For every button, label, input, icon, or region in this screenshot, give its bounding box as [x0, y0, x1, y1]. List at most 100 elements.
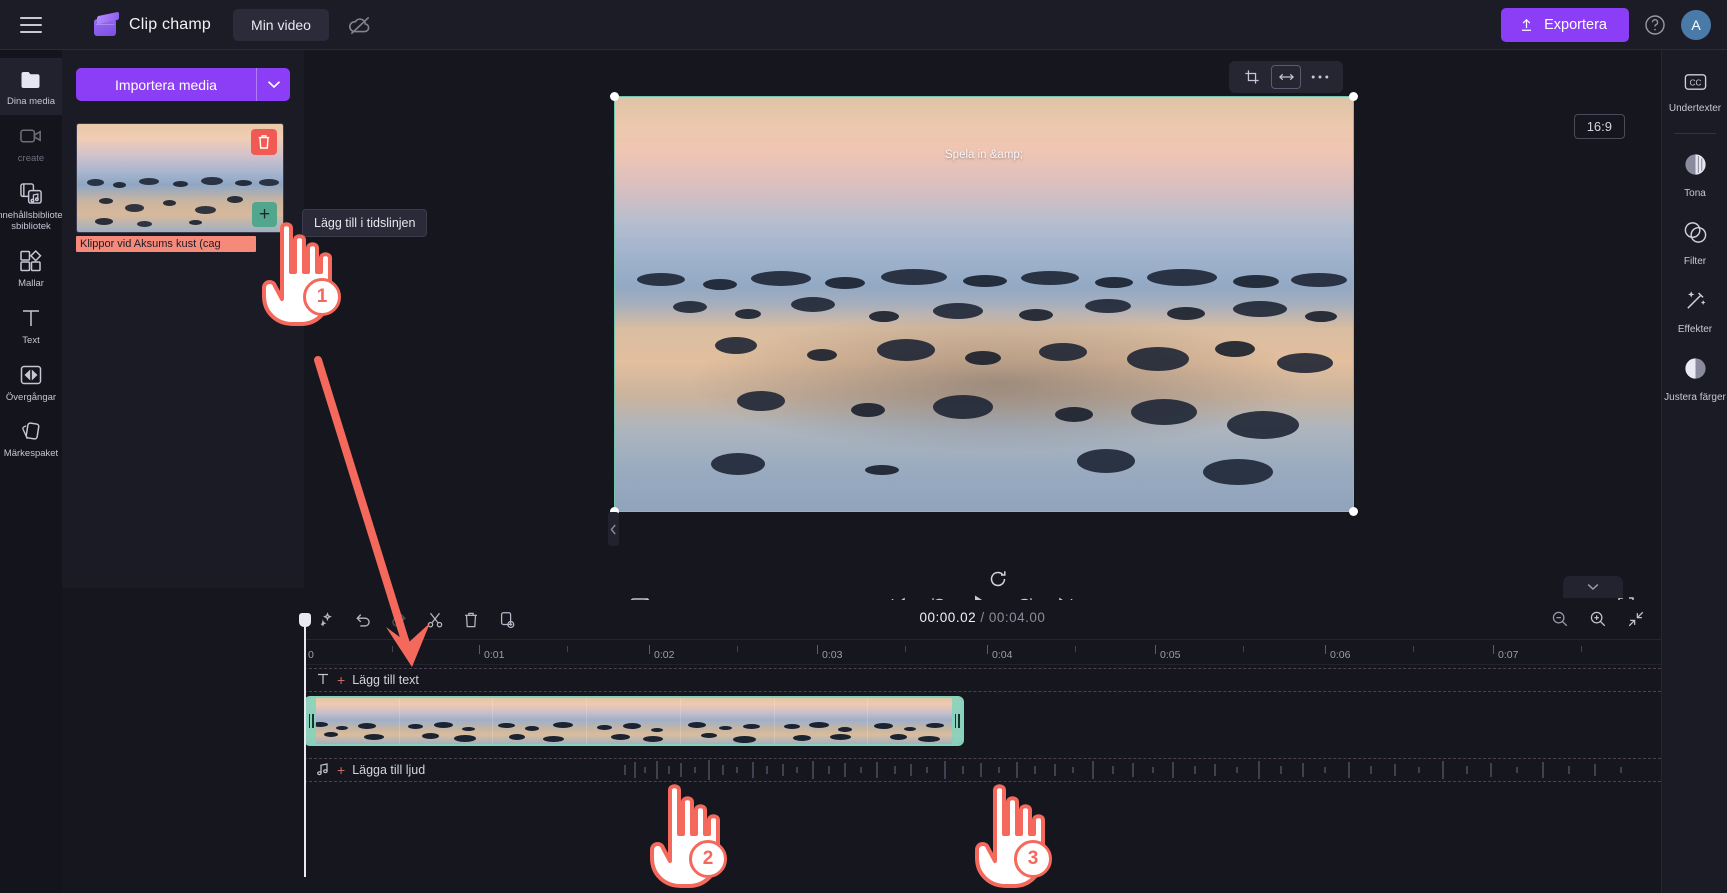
- sidebar-label: Dina media: [6, 96, 56, 107]
- templates-icon: [19, 249, 44, 274]
- timeline-toolbar: 00:00.02 / 00:04.00: [304, 600, 1661, 639]
- right-item-label: Undertexter: [1668, 103, 1722, 114]
- cloud-off-icon[interactable]: [347, 12, 373, 38]
- clip-frame: [493, 698, 588, 744]
- sidebar-label: Övergångar: [5, 391, 57, 403]
- zoom-in-icon[interactable]: [1589, 610, 1607, 628]
- zoom-out-icon[interactable]: [1551, 610, 1569, 628]
- video-clip[interactable]: [304, 696, 964, 746]
- crop-icon[interactable]: [1237, 65, 1267, 89]
- track-add-text[interactable]: + Lägg till text: [304, 668, 1661, 692]
- brand: Clip champ: [94, 11, 212, 37]
- trim-right-handle[interactable]: [952, 698, 962, 744]
- export-label: Exportera: [1544, 16, 1607, 33]
- project-name-button[interactable]: Min video: [233, 8, 329, 41]
- timeline-zoom-controls: [1551, 610, 1645, 628]
- tooltip-add-to-timeline: Lägg till i tidslinjen: [302, 209, 428, 237]
- rotate-icon[interactable]: [985, 566, 1011, 592]
- aspect-ratio-button[interactable]: 16:9: [1573, 114, 1625, 139]
- current-time: 00:00.02: [919, 610, 977, 625]
- right-item-justera-farger[interactable]: Justera färger: [1662, 346, 1727, 414]
- top-bar-right: Exportera A: [1501, 7, 1727, 42]
- resize-handle-tr[interactable]: [1349, 92, 1358, 101]
- clipchamp-editor: Clip champ Min video Exportera A Dina me…: [0, 0, 1727, 893]
- right-item-undertexter[interactable]: CC Undertexter: [1662, 62, 1727, 125]
- right-item-label: Tona: [1684, 188, 1706, 199]
- upload-icon: [1522, 18, 1532, 31]
- adjust-colors-icon: [1683, 356, 1708, 386]
- collapse-left-panel-button[interactable]: [608, 512, 619, 546]
- music-note-icon: [316, 762, 330, 779]
- top-bar: Clip champ Min video Exportera A: [0, 0, 1727, 50]
- brand-name: Clip champ: [129, 15, 212, 33]
- effects-wand-icon: [1683, 288, 1708, 318]
- avatar[interactable]: A: [1681, 9, 1711, 40]
- step-badge-2: 2: [689, 840, 727, 878]
- right-item-label: Filter: [1683, 256, 1707, 267]
- sidebar-item-innehallsbibliotek[interactable]: Innehållsbibliotek sbibliotek: [0, 172, 67, 240]
- trim-left-handle[interactable]: [306, 698, 316, 744]
- sidebar-item-mallar[interactable]: Mallar: [0, 240, 62, 297]
- video-preview[interactable]: Spela in &amp;: [610, 92, 1358, 516]
- sidebar-item-markespaket[interactable]: Märkespaket: [0, 410, 62, 467]
- help-circle-icon[interactable]: [1643, 13, 1667, 37]
- ruler-label: 0:05: [1160, 649, 1181, 661]
- import-media-button[interactable]: Importera media: [76, 68, 256, 101]
- hamburger-icon[interactable]: [20, 16, 42, 33]
- sidebar-item-overgangar[interactable]: Övergångar: [0, 354, 62, 411]
- add-to-timeline-button[interactable]: +: [252, 202, 277, 227]
- timeline-collapse-button[interactable]: [1563, 576, 1623, 598]
- right-item-effekter[interactable]: Effekter: [1662, 278, 1727, 346]
- ruler-label: 0:04: [992, 649, 1013, 661]
- sidebar-label: Mallar: [18, 277, 44, 289]
- step-badge-1: 1: [303, 278, 341, 316]
- sidebar-label: Innehållsbibliotek sbibliotek: [0, 209, 68, 232]
- sidebar-label: Märkespaket: [3, 448, 59, 460]
- preview-float-toolbar: [1229, 61, 1343, 93]
- export-button[interactable]: Exportera: [1501, 7, 1629, 42]
- folder-icon: [19, 67, 44, 92]
- ruler-label: 0:01: [484, 649, 505, 661]
- more-horizontal-icon[interactable]: [1305, 65, 1335, 89]
- content-library-icon: [19, 181, 44, 206]
- sidebar-label: create: [17, 152, 45, 164]
- media-thumbnail[interactable]: +: [76, 123, 284, 233]
- preview-overlay-text: Spela in &amp;: [945, 149, 1023, 161]
- fade-icon: [1683, 152, 1708, 182]
- ruler-label: 0: [308, 649, 314, 661]
- video-camera-icon: [19, 124, 44, 149]
- resize-handle-br[interactable]: [1349, 507, 1358, 516]
- media-item-name: Klippor vid Aksums kust (cag: [76, 236, 256, 252]
- total-time: 00:04.00: [988, 610, 1046, 625]
- time-separator: /: [980, 610, 985, 625]
- delete-media-button[interactable]: [251, 129, 277, 155]
- right-item-filter[interactable]: Filter: [1662, 210, 1727, 278]
- clip-frame: [774, 698, 869, 744]
- right-item-tona[interactable]: Tona: [1662, 142, 1727, 210]
- sidebar-item-create[interactable]: create: [0, 115, 62, 172]
- chevron-down-icon[interactable]: [256, 68, 290, 101]
- clip-frame: [306, 698, 400, 744]
- playhead[interactable]: [299, 613, 311, 877]
- timeline-ruler[interactable]: 0 0:01 0:02 0:03 0:04 0:05 0:06 0:07: [299, 613, 1661, 877]
- resize-handle-tl[interactable]: [610, 92, 619, 101]
- sidebar-item-text[interactable]: Text: [0, 297, 62, 354]
- right-rail: CC Undertexter Tona Filter Effekter Just…: [1661, 50, 1727, 893]
- track-add-audio[interactable]: + Lägga till ljud: [304, 758, 1661, 782]
- svg-text:CC: CC: [1689, 78, 1701, 87]
- rail-divider: [1673, 133, 1716, 134]
- right-item-label: Effekter: [1677, 324, 1713, 335]
- transitions-icon: [19, 363, 44, 388]
- clip-frame: [868, 698, 962, 744]
- ruler-label: 0:06: [1330, 649, 1351, 661]
- sidebar-label: Text: [22, 334, 40, 346]
- import-media-row: Importera media: [76, 68, 290, 101]
- step-badge-3: 3: [1014, 840, 1052, 878]
- fit-timeline-icon[interactable]: [1627, 610, 1645, 628]
- ruler-label: 0:02: [654, 649, 675, 661]
- fit-width-icon[interactable]: [1271, 65, 1301, 89]
- text-track-icon: [316, 672, 330, 689]
- media-panel: Importera media + Klippor vid Aksums kus…: [62, 50, 304, 588]
- media-item[interactable]: + Klippor vid Aksums kust (cag: [76, 123, 284, 252]
- sidebar-item-dina-media[interactable]: Dina media: [0, 58, 62, 115]
